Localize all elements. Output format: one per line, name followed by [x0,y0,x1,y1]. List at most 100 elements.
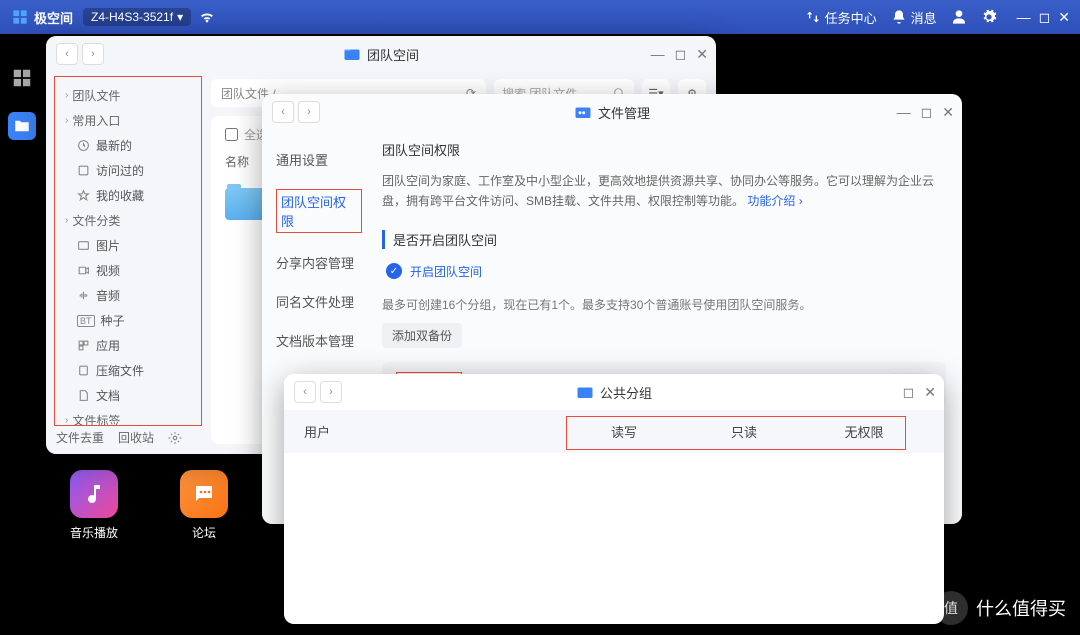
win2-nav-back[interactable]: ‹ [272,101,294,123]
nav-version-management[interactable]: 文档版本管理 [276,321,362,360]
bell-icon [891,9,907,25]
settings-nav: 通用设置 团队空间权限 分享内容管理 同名文件处理 文档版本管理 [276,140,362,360]
sys-maximize-icon[interactable]: ◻ [1039,9,1051,26]
nav-forward-button[interactable]: › [82,43,104,65]
desktop-forum[interactable]: 论坛 [180,470,228,541]
device-selector[interactable]: Z4-H4S3-3521f ▾ [83,8,191,26]
transfer-icon [805,9,821,25]
sidebar-item-videos[interactable]: 视频 [55,258,201,283]
nav-back-button[interactable]: ‹ [56,43,78,65]
check-circle-icon: ✓ [386,263,402,279]
messages-button[interactable]: 消息 [891,8,937,27]
enable-team-space-toggle[interactable]: ✓ 开启团队空间 [382,263,946,280]
permission-highlight-box [566,416,906,450]
limit-info-text: 最多可创建16个分组，现在已有1个。最多支持30个普通账号使用团队空间服务。 [382,296,946,313]
enable-label: 开启团队空间 [410,263,482,280]
win2-maximize-icon[interactable]: ◻ [921,104,933,121]
device-name: Z4-H4S3-3521f [91,10,173,24]
win2-title: 文件管理 [598,103,650,122]
win3-maximize-icon[interactable]: ◻ [903,384,915,401]
win3-close-icon[interactable]: ✕ [924,384,936,401]
folder-blue-icon [576,383,594,401]
folder-user-icon [13,117,31,135]
doc-icon [77,389,90,402]
win1-minimize-icon[interactable]: — [651,46,665,63]
sidebar-item-favorites[interactable]: 我的收藏 [55,183,201,208]
nav-team-permissions[interactable]: 团队空间权限 [276,179,362,243]
logo-icon [10,7,30,27]
win1-title: 团队空间 [367,45,419,64]
desktop-music-label: 音乐播放 [70,524,118,541]
grid-icon [11,67,33,89]
history-icon [77,164,90,177]
sys-minimize-icon[interactable]: — [1017,9,1031,26]
task-center-button[interactable]: 任务中心 [805,8,877,27]
win2-close-icon[interactable]: ✕ [942,104,954,121]
task-center-label: 任务中心 [825,8,877,27]
zip-icon [77,364,90,377]
win2-nav-forward[interactable]: › [298,101,320,123]
body-description: 团队空间为家庭、工作室及中小型企业，更高效地提供资源共享、协同办公等服务。它可以… [382,171,946,212]
sidebar-item-images[interactable]: 图片 [55,233,201,258]
sidebar-sec-tags[interactable]: 文件标签 [55,408,201,426]
win3-nav-forward[interactable]: › [320,381,342,403]
win3-nav-back[interactable]: ‹ [294,381,316,403]
sidebar-item-recent[interactable]: 最新的 [55,133,201,158]
sidebar-item-audio[interactable]: 音频 [55,283,201,308]
sidebar-item-visited[interactable]: 访问过的 [55,158,201,183]
desktop-forum-label: 论坛 [192,524,216,541]
win1-maximize-icon[interactable]: ◻ [675,46,687,63]
audio-icon [77,289,90,302]
sidebar-sec-categories[interactable]: 文件分类 [55,208,201,233]
dock-file-manager-button[interactable] [8,112,36,140]
music-note-icon [82,482,106,506]
sidebar-item-apps[interactable]: 应用 [55,333,201,358]
sidebar-sec-teamfiles[interactable]: 团队文件 [55,83,201,108]
watermark-text: 什么值得买 [976,595,1066,621]
chevron-down-icon: ▾ [177,10,183,24]
clock-icon [77,139,90,152]
public-group-window: ‹ › 公共分组 ◻ ✕ 用户 读写 只读 无权限 [284,374,944,624]
user-icon[interactable] [951,9,967,25]
messages-label: 消息 [911,8,937,27]
footer-gear-icon[interactable] [168,431,182,445]
nav-general-settings[interactable]: 通用设置 [276,140,362,179]
bt-icon: BT [77,315,95,327]
brand-text: 极空间 [34,8,73,27]
video-icon [77,264,90,277]
win1-close-icon[interactable]: ✕ [696,46,708,63]
left-dock [0,34,44,635]
team-folder-icon [343,45,361,63]
settings-icon[interactable] [981,9,997,25]
system-bar: 极空间 Z4-H4S3-3521f ▾ 任务中心 消息 — ◻ ✕ [0,0,1080,34]
sidebar-item-documents[interactable]: 文档 [55,383,201,408]
nav-share-management[interactable]: 分享内容管理 [276,243,362,282]
intro-link[interactable]: 功能介绍 › [747,194,802,208]
folder-icon [225,188,265,220]
image-icon [77,239,90,252]
file-mgmt-icon [574,103,592,121]
star-icon [77,189,90,202]
chat-icon [192,482,216,506]
win2-minimize-icon[interactable]: — [897,104,911,121]
sidebar-item-archives[interactable]: 压缩文件 [55,358,201,383]
add-backup-button[interactable]: 添加双备份 [382,323,462,348]
section-enable-title: 是否开启团队空间 [382,230,946,249]
watermark-badge-icon: 值 [934,591,968,625]
brand-logo: 极空间 [10,7,73,27]
dock-apps-button[interactable] [8,64,36,92]
win3-title: 公共分组 [600,383,652,402]
sidebar-sec-quick[interactable]: 常用入口 [55,108,201,133]
sys-close-icon[interactable]: ✕ [1058,9,1070,26]
app-icon [77,339,90,352]
watermark: 值 什么值得买 [934,591,1066,625]
wifi-icon [199,9,215,25]
col-user: 用户 [304,422,564,441]
footer-recycle-button[interactable]: 回收站 [118,429,154,446]
nav-duplicate-handling[interactable]: 同名文件处理 [276,282,362,321]
win1-sidebar: 团队文件 常用入口 最新的 访问过的 我的收藏 文件分类 图片 视频 音频 BT… [54,76,202,426]
footer-dedup-button[interactable]: 文件去重 [56,429,104,446]
sidebar-item-torrent[interactable]: BT种子 [55,308,201,333]
body-title: 团队空间权限 [382,140,946,159]
desktop-music-player[interactable]: 音乐播放 [70,470,118,541]
